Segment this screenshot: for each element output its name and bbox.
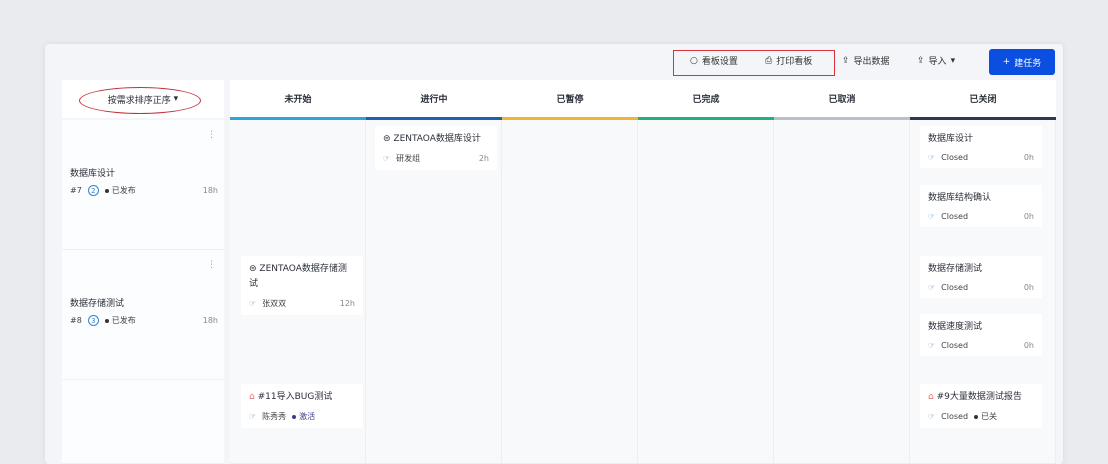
- column-doing: [366, 120, 502, 464]
- status-text: Closed: [941, 341, 969, 350]
- user-icon: ☞: [383, 154, 391, 163]
- lane-id: #7: [70, 186, 82, 195]
- hours: 0h: [1023, 341, 1034, 350]
- card-title: 数据存储测试: [928, 264, 983, 274]
- count-badge: 2: [87, 185, 99, 196]
- column-header-paused: 已暂停: [502, 80, 638, 120]
- status-text: Closed: [941, 153, 969, 162]
- column-paused: [502, 120, 638, 464]
- lane-title: 数据存储测试: [70, 299, 125, 309]
- user-icon: ☞: [928, 212, 936, 221]
- card-status: 激活: [292, 411, 315, 422]
- hours: 18h: [202, 316, 218, 325]
- column-header-cancelled: 已取消: [774, 80, 910, 120]
- new-task-button[interactable]: + 建任务: [989, 49, 1055, 75]
- closed-card[interactable]: 数据库设计 ☞ Closed 0h: [920, 126, 1042, 168]
- status-text: 激活: [299, 412, 316, 421]
- closed-card[interactable]: 数据库结构确认 ☞ Closed 0h: [920, 185, 1042, 227]
- lane-row[interactable]: ⋮ 数据存储测试 #8 3 已发布 18h: [62, 250, 224, 380]
- hours: 0h: [1023, 153, 1034, 162]
- user-icon: ☞: [928, 153, 936, 162]
- card-title: ZENTAOA数据库设计: [393, 134, 481, 144]
- hours: 2h: [478, 154, 489, 163]
- assignee: 研发组: [396, 154, 421, 163]
- import-button[interactable]: ⇪ 导入 ▾: [917, 54, 956, 68]
- assignee: 张双双: [262, 299, 287, 308]
- bug-icon: ⌂: [249, 392, 255, 402]
- hours: 0h: [1023, 212, 1034, 221]
- status-text: Closed: [941, 412, 969, 421]
- lane-row[interactable]: ⋮ 数据库设计 #7 2 已发布 18h: [62, 120, 224, 250]
- highlight-ellipse: [79, 87, 201, 114]
- count-badge: 3: [87, 315, 99, 326]
- import-icon: ⇪: [917, 55, 925, 66]
- bug-icon: ⌂: [928, 392, 934, 402]
- lane-id: #8: [70, 316, 82, 325]
- task-icon: ⊜: [249, 264, 257, 274]
- column-cancelled: [774, 120, 910, 464]
- task-icon: ⊜: [383, 134, 391, 144]
- settings-icon: ○: [690, 55, 698, 66]
- card-title: #11导入BUG测试: [257, 392, 333, 402]
- user-icon: ☞: [928, 341, 936, 350]
- hours: 0h: [1023, 283, 1034, 292]
- column-header-done: 已完成: [638, 80, 774, 120]
- lane-status: 已发布: [104, 185, 136, 196]
- card-status: 已关: [974, 411, 997, 422]
- closed-card[interactable]: 数据存储测试 ☞ Closed 0h: [920, 256, 1042, 298]
- card-title: 数据库设计: [928, 134, 974, 144]
- status-text: Closed: [941, 283, 969, 292]
- closed-bug-card[interactable]: ⌂ #9大量数据测试报告 ☞ Closed 已关: [920, 384, 1042, 428]
- user-icon: ☞: [928, 412, 936, 421]
- lane-title: 数据库设计: [70, 169, 116, 179]
- hours: 18h: [202, 186, 218, 195]
- print-icon: ⎙: [765, 55, 773, 66]
- task-card[interactable]: ⊜ ZENTAOA数据库设计 ☞ 研发组 2h: [375, 126, 497, 170]
- more-icon[interactable]: ⋮: [207, 260, 216, 270]
- user-icon: ☞: [928, 283, 936, 292]
- card-title: #9大量数据测试报告: [936, 392, 1022, 402]
- export-button[interactable]: ⇪ 导出数据: [842, 54, 890, 68]
- closed-card[interactable]: 数据速度测试 ☞ Closed 0h: [920, 314, 1042, 356]
- user-icon: ☞: [249, 412, 257, 421]
- lane-status: 已发布: [104, 315, 136, 326]
- plus-icon: +: [1002, 57, 1011, 67]
- print-board-button[interactable]: ⎙ 打印看板: [765, 54, 812, 68]
- status-text: Closed: [941, 212, 969, 221]
- lane-row[interactable]: [62, 380, 224, 464]
- hours: 12h: [339, 299, 355, 308]
- user-icon: ☞: [249, 299, 257, 308]
- card-title: 数据速度测试: [928, 322, 983, 332]
- more-icon[interactable]: ⋮: [207, 130, 216, 140]
- kanban-board: ○ 看板设置 ⎙ 打印看板 ⇪ 导出数据 ⇪ 导入 ▾ + 建任务 按需求排序正序 ▾ 未开…: [45, 44, 1063, 464]
- board-settings-button[interactable]: ○ 看板设置: [690, 54, 738, 68]
- card-title: 数据库结构确认: [928, 193, 992, 203]
- assignee: 陈秀秀: [262, 412, 287, 421]
- chevron-down-icon: ▾: [950, 55, 956, 66]
- bug-card[interactable]: ⌂ #11导入BUG测试 ☞ 陈秀秀 激活: [241, 384, 363, 428]
- task-card[interactable]: ⊜ ZENTAOA数据存储测试 ☞ 张双双 12h: [241, 256, 363, 315]
- toolbar: ○ 看板设置 ⎙ 打印看板 ⇪ 导出数据 ⇪ 导入 ▾ + 建任务: [45, 44, 1063, 80]
- card-title: ZENTAOA数据存储测试: [249, 264, 347, 289]
- column-done: [638, 120, 774, 464]
- status-text: 已发布: [111, 316, 136, 325]
- export-icon: ⇪: [842, 55, 850, 66]
- column-header-todo: 未开始: [230, 80, 366, 120]
- status-text: 已发布: [111, 186, 136, 195]
- column-header-doing: 进行中: [366, 80, 502, 120]
- column-header-closed: 已关闭: [910, 80, 1056, 120]
- status-text: 已关: [981, 412, 998, 421]
